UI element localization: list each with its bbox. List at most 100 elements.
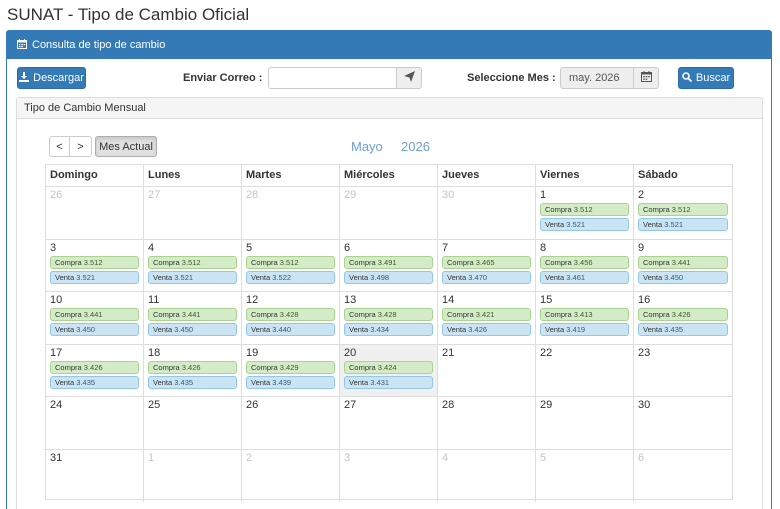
month-input[interactable]: may. 2026	[560, 67, 634, 89]
calendar-day-cell[interactable]: 22	[536, 344, 634, 396]
calendar-day-cell[interactable]: 30	[634, 397, 732, 449]
calendar-day-cell[interactable]: 30	[438, 187, 536, 239]
calendar-day-cell[interactable]: 17 Compra 3.426 Venta 3.435	[46, 344, 144, 396]
compra-rate-event[interactable]: Compra 3.441	[148, 308, 237, 321]
venta-rate-event[interactable]: Venta 3.450	[638, 270, 728, 284]
venta-rate-event[interactable]: Venta 3.450	[50, 323, 139, 336]
calendar-day-cell[interactable]: 3	[340, 449, 438, 502]
venta-rate-event[interactable]: Venta 3.461	[540, 270, 629, 284]
search-button[interactable]: Buscar	[678, 67, 734, 89]
calendar-day-cell[interactable]: 28	[438, 397, 536, 449]
compra-rate-event[interactable]: Compra 3.456	[540, 255, 629, 269]
day-number: 28	[442, 399, 455, 411]
calendar-day-cell[interactable]: 27	[340, 397, 438, 449]
venta-rate-event[interactable]: Venta 3.522	[246, 270, 335, 284]
venta-rate-event[interactable]: Venta 3.440	[246, 323, 335, 336]
venta-rate-event[interactable]: Venta 3.435	[148, 375, 237, 389]
download-button[interactable]: Descargar	[17, 67, 86, 89]
calendar-day-cell[interactable]: 6 Compra 3.491 Venta 3.498	[340, 239, 438, 291]
compra-rate-event[interactable]: Compra 3.426	[638, 308, 728, 321]
next-month-button[interactable]: >	[70, 136, 92, 157]
calendar-year: 2026	[401, 139, 430, 154]
calendar-day-cell[interactable]: 3 Compra 3.512 Venta 3.521	[46, 239, 144, 291]
calendar-day-cell[interactable]: 9 Compra 3.441 Venta 3.450	[634, 240, 732, 292]
compra-rate-event[interactable]: Compra 3.421	[442, 308, 531, 321]
venta-rate-event[interactable]: Venta 3.521	[50, 270, 139, 284]
month-picker-button[interactable]	[634, 67, 659, 89]
calendar-day-cell[interactable]: 5	[536, 449, 634, 502]
calendar-day-cell[interactable]: 13 Compra 3.428 Venta 3.434	[340, 292, 438, 344]
compra-rate-event[interactable]: Compra 3.512	[540, 203, 629, 216]
venta-rate-event[interactable]: Venta 3.435	[50, 375, 139, 389]
calendar-day-cell[interactable]: 7 Compra 3.465 Venta 3.470	[438, 239, 536, 291]
current-month-button[interactable]: Mes Actual	[95, 136, 157, 157]
calendar-day-cell[interactable]: 4 Compra 3.512 Venta 3.521	[144, 239, 242, 291]
calendar-day-cell[interactable]: 26	[242, 397, 340, 449]
calendar-day-cell[interactable]: 2 Compra 3.512 Venta 3.521	[634, 187, 732, 239]
compra-rate-event[interactable]: Compra 3.465	[442, 255, 531, 269]
calendar-day-cell[interactable]: 15 Compra 3.413 Venta 3.419	[536, 292, 634, 344]
day-number: 14	[442, 294, 455, 306]
compra-rate-event[interactable]: Compra 3.491	[344, 255, 433, 269]
calendar-day-cell[interactable]: 31	[46, 449, 144, 502]
compra-rate-event[interactable]: Compra 3.441	[50, 308, 139, 321]
venta-rate-event[interactable]: Venta 3.450	[148, 323, 237, 336]
compra-rate-event[interactable]: Compra 3.428	[246, 308, 335, 321]
weekday-header: Domingo	[46, 165, 144, 186]
calendar-day-cell[interactable]: 18 Compra 3.426 Venta 3.435	[144, 344, 242, 396]
calendar-day-cell[interactable]: 6	[634, 450, 732, 503]
calendar-day-cell[interactable]: 29	[340, 187, 438, 239]
send-email-button[interactable]	[397, 67, 422, 89]
compra-rate-event[interactable]: Compra 3.512	[148, 255, 237, 269]
calendar-day-cell[interactable]: 16 Compra 3.426 Venta 3.435	[634, 292, 732, 344]
calendar-day-cell[interactable]: 1	[144, 449, 242, 502]
panel-heading-text: Consulta de tipo de cambio	[32, 39, 166, 51]
venta-rate-event[interactable]: Venta 3.470	[442, 270, 531, 284]
venta-rate-event[interactable]: Venta 3.521	[148, 270, 237, 284]
venta-rate-event[interactable]: Venta 3.435	[638, 323, 728, 336]
compra-rate-event[interactable]: Compra 3.429	[246, 360, 335, 374]
venta-rate-event[interactable]: Venta 3.521	[638, 218, 728, 231]
calendar-day-cell[interactable]: 8 Compra 3.456 Venta 3.461	[536, 239, 634, 291]
compra-rate-event[interactable]: Compra 3.426	[148, 360, 237, 374]
calendar-weekday-header: Domingo Lunes Martes Miércoles Jueves Viernes…	[46, 165, 732, 187]
venta-rate-event[interactable]: Venta 3.498	[344, 270, 433, 284]
venta-rate-event[interactable]: Venta 3.426	[442, 323, 531, 336]
calendar-day-cell[interactable]: 12 Compra 3.428 Venta 3.440	[242, 292, 340, 344]
calendar-day-cell[interactable]: 2	[242, 449, 340, 502]
email-input[interactable]	[268, 67, 397, 89]
calendar-day-cell[interactable]: 14 Compra 3.421 Venta 3.426	[438, 292, 536, 344]
calendar-day-cell[interactable]: 24	[46, 397, 144, 449]
compra-rate-event[interactable]: Compra 3.512	[638, 203, 728, 216]
venta-rate-event[interactable]: Venta 3.521	[540, 218, 629, 231]
calendar-day-cell[interactable]: 28	[242, 187, 340, 239]
calendar-day-cell[interactable]: 29	[536, 397, 634, 449]
calendar-day-cell[interactable]: 21	[438, 344, 536, 396]
calendar-day-cell[interactable]: 5 Compra 3.512 Venta 3.522	[242, 239, 340, 291]
calendar-day-cell[interactable]: 4	[438, 449, 536, 502]
compra-rate-event[interactable]: Compra 3.426	[50, 360, 139, 374]
calendar-day-cell[interactable]: 27	[144, 187, 242, 239]
calendar-day-cell[interactable]: 26	[46, 187, 144, 239]
calendar-day-cell[interactable]: 1 Compra 3.512 Venta 3.521	[536, 187, 634, 239]
calendar-day-cell[interactable]: 19 Compra 3.429 Venta 3.439	[242, 344, 340, 396]
day-number: 6	[638, 451, 645, 464]
venta-rate-event[interactable]: Venta 3.434	[344, 323, 433, 336]
calendar-day-cell[interactable]: 25	[144, 397, 242, 449]
calendar-day-cell[interactable]: 10 Compra 3.441 Venta 3.450	[46, 292, 144, 344]
compra-rate-event[interactable]: Compra 3.441	[638, 255, 728, 269]
venta-rate-event[interactable]: Venta 3.439	[246, 375, 335, 389]
calendar-day-cell[interactable]: 11 Compra 3.441 Venta 3.450	[144, 292, 242, 344]
day-number: 9	[638, 241, 645, 254]
venta-rate-event[interactable]: Venta 3.431	[344, 375, 433, 389]
compra-rate-event[interactable]: Compra 3.413	[540, 308, 629, 321]
compra-rate-event[interactable]: Compra 3.512	[50, 255, 139, 269]
venta-rate-event[interactable]: Venta 3.419	[540, 323, 629, 336]
compra-rate-event[interactable]: Compra 3.428	[344, 308, 433, 321]
compra-rate-event[interactable]: Compra 3.512	[246, 255, 335, 269]
day-number: 26	[246, 399, 259, 411]
calendar-day-cell[interactable]: 23	[634, 345, 732, 397]
calendar-day-cell[interactable]: 20 Compra 3.424 Venta 3.431	[340, 344, 438, 396]
compra-rate-event[interactable]: Compra 3.424	[344, 360, 433, 374]
prev-month-button[interactable]: <	[49, 136, 70, 157]
